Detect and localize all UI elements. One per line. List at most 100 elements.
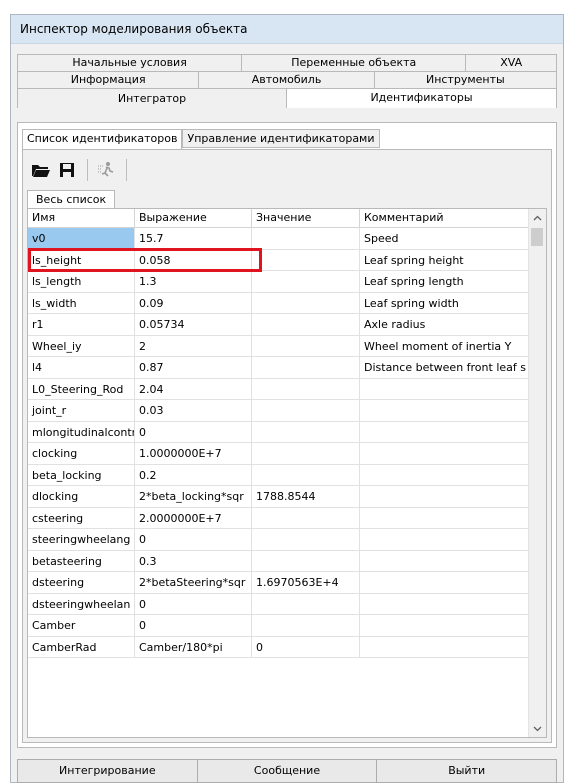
cell-name[interactable]: Camber <box>28 615 135 637</box>
table-row[interactable]: dlocking 2*beta_locking*sqr 1788.8544 <box>28 486 535 508</box>
cell-value[interactable] <box>252 228 360 250</box>
cell-name[interactable]: mlongitudinalcontr <box>28 421 135 443</box>
scrollbar-thumb[interactable] <box>531 228 543 246</box>
cell-name[interactable]: ls_height <box>28 249 135 271</box>
table-row[interactable]: CamberRad Camber/180*pi 0 <box>28 636 535 658</box>
title-bar[interactable]: Инспектор моделирования объекта <box>11 15 563 44</box>
column-header-name[interactable]: Имя <box>28 209 135 228</box>
cell-expression[interactable]: 2 <box>135 335 252 357</box>
cell-comment[interactable] <box>360 636 535 658</box>
cell-expression[interactable]: 2.0000000E+7 <box>135 507 252 529</box>
cell-comment[interactable]: Leaf spring width <box>360 292 535 314</box>
cell-name[interactable]: csteering <box>28 507 135 529</box>
cell-expression[interactable]: 2*betaSteering*sqr <box>135 572 252 594</box>
cell-expression[interactable]: 0 <box>135 593 252 615</box>
table-row[interactable]: csteering 2.0000000E+7 <box>28 507 535 529</box>
tab-identifiers[interactable]: Идентификаторы <box>287 88 557 108</box>
cell-value[interactable] <box>252 507 360 529</box>
cell-name[interactable]: Wheel_iy <box>28 335 135 357</box>
cell-comment[interactable]: Axle radius <box>360 314 535 336</box>
tab-initial-conditions[interactable]: Начальные условия <box>17 54 243 71</box>
cell-expression[interactable]: 2.04 <box>135 378 252 400</box>
table-row[interactable]: l4 0.87 Distance between front leaf s <box>28 357 535 379</box>
tab-xva[interactable]: XVA <box>466 54 558 71</box>
table-row[interactable]: ls_height 0.058 Leaf spring height <box>28 249 535 271</box>
table-row[interactable]: betasteering 0.3 <box>28 550 535 572</box>
cell-value[interactable] <box>252 443 360 465</box>
cell-name[interactable]: l4 <box>28 357 135 379</box>
cell-comment[interactable]: Wheel moment of inertia Y <box>360 335 535 357</box>
tab-information[interactable]: Информация <box>17 71 200 88</box>
cell-expression[interactable]: 0.058 <box>135 249 252 271</box>
column-header-expression[interactable]: Выражение <box>135 209 252 228</box>
tab-object-variables[interactable]: Переменные объекта <box>242 54 467 71</box>
cell-comment[interactable] <box>360 421 535 443</box>
tab-tools[interactable]: Инструменты <box>374 71 557 88</box>
cell-expression[interactable]: 0 <box>135 421 252 443</box>
integrate-button[interactable]: Интегрирование <box>17 759 198 783</box>
cell-value[interactable] <box>252 249 360 271</box>
cell-expression[interactable]: 0.87 <box>135 357 252 379</box>
cell-comment[interactable] <box>360 378 535 400</box>
cell-expression[interactable]: 1.3 <box>135 271 252 293</box>
cell-expression[interactable]: 0.3 <box>135 550 252 572</box>
subtab-identifier-management[interactable]: Управление идентификаторами <box>182 129 380 148</box>
scroll-up-icon[interactable] <box>529 209 546 226</box>
cell-expression[interactable]: 2*beta_locking*sqr <box>135 486 252 508</box>
cell-name[interactable]: ls_width <box>28 292 135 314</box>
tab-automobile[interactable]: Автомобиль <box>199 71 375 88</box>
cell-comment[interactable] <box>360 615 535 637</box>
table-row[interactable]: ls_width 0.09 Leaf spring width <box>28 292 535 314</box>
cell-value[interactable] <box>252 271 360 293</box>
cell-comment[interactable]: Leaf spring length <box>360 271 535 293</box>
table-row[interactable]: dsteering 2*betaSteering*sqr 1.6970563E+4 <box>28 572 535 594</box>
cell-value[interactable] <box>252 529 360 551</box>
run-icon[interactable] <box>94 158 118 182</box>
cell-name[interactable]: clocking <box>28 443 135 465</box>
cell-comment[interactable] <box>360 464 535 486</box>
tab-integrator[interactable]: Интегратор <box>17 88 287 108</box>
cell-comment[interactable] <box>360 593 535 615</box>
cell-value[interactable] <box>252 615 360 637</box>
cell-expression[interactable]: 0.2 <box>135 464 252 486</box>
table-row[interactable]: v0 15.7 Speed <box>28 228 535 250</box>
cell-expression[interactable]: 0.03 <box>135 400 252 422</box>
cell-name[interactable]: dsteering <box>28 572 135 594</box>
cell-value[interactable]: 0 <box>252 636 360 658</box>
cell-value[interactable]: 1788.8544 <box>252 486 360 508</box>
table-row[interactable]: L0_Steering_Rod 2.04 <box>28 378 535 400</box>
table-row[interactable]: dsteeringwheelan 0 <box>28 593 535 615</box>
cell-value[interactable] <box>252 378 360 400</box>
cell-comment[interactable] <box>360 529 535 551</box>
cell-name[interactable]: L0_Steering_Rod <box>28 378 135 400</box>
column-header-comment[interactable]: Комментарий <box>360 209 535 228</box>
cell-comment[interactable] <box>360 507 535 529</box>
cell-name[interactable]: v0 <box>28 228 135 250</box>
message-button[interactable]: Сообщение <box>197 759 378 783</box>
cell-value[interactable] <box>252 400 360 422</box>
cell-value[interactable] <box>252 550 360 572</box>
table-row[interactable]: clocking 1.0000000E+7 <box>28 443 535 465</box>
cell-expression[interactable]: 0 <box>135 615 252 637</box>
cell-name[interactable]: r1 <box>28 314 135 336</box>
cell-name[interactable]: dsteeringwheelan <box>28 593 135 615</box>
cell-name[interactable]: CamberRad <box>28 636 135 658</box>
cell-expression[interactable]: 1.0000000E+7 <box>135 443 252 465</box>
cell-value[interactable]: 1.6970563E+4 <box>252 572 360 594</box>
table-row[interactable]: steeringwheelang 0 <box>28 529 535 551</box>
cell-value[interactable] <box>252 464 360 486</box>
table-row[interactable]: Camber 0 <box>28 615 535 637</box>
cell-comment[interactable] <box>360 550 535 572</box>
cell-name[interactable]: joint_r <box>28 400 135 422</box>
save-icon[interactable] <box>55 158 79 182</box>
cell-expression[interactable]: 0.05734 <box>135 314 252 336</box>
table-row[interactable]: Wheel_iy 2 Wheel moment of inertia Y <box>28 335 535 357</box>
cell-value[interactable] <box>252 314 360 336</box>
cell-comment[interactable] <box>360 486 535 508</box>
cell-comment[interactable] <box>360 443 535 465</box>
cell-comment[interactable] <box>360 572 535 594</box>
cell-name[interactable]: dlocking <box>28 486 135 508</box>
exit-button[interactable]: Выйти <box>377 759 558 783</box>
column-header-value[interactable]: Значение <box>252 209 360 228</box>
cell-value[interactable] <box>252 357 360 379</box>
